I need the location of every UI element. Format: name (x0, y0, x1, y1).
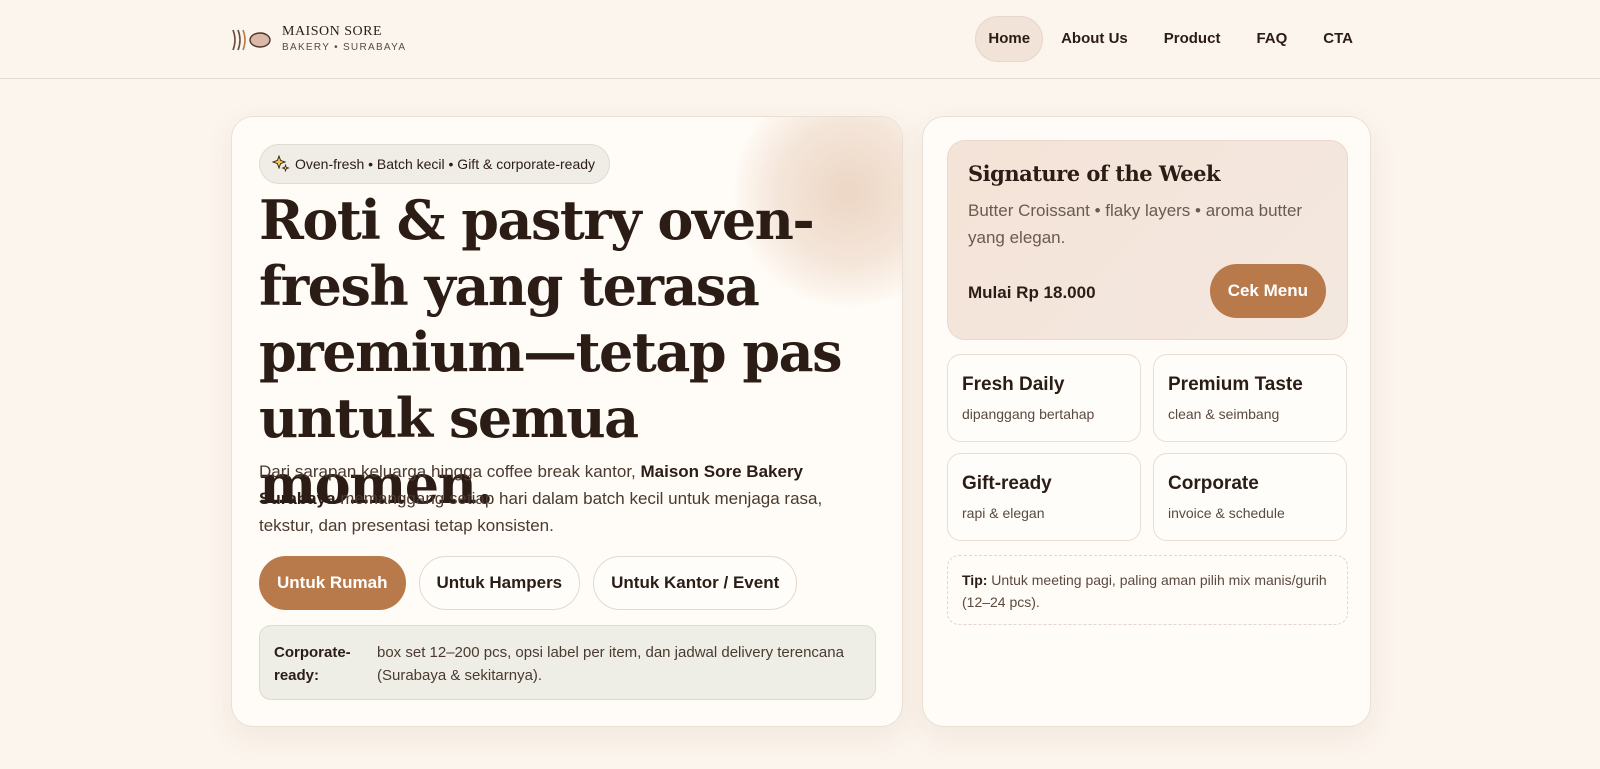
untuk-hampers-button[interactable]: Untuk Hampers (418, 556, 581, 610)
feature-pill: Oven-fresh • Batch kecil • Gift & corpor… (259, 144, 611, 184)
feature-card-corporate: Corporate invoice & schedule (1153, 453, 1347, 541)
nav-faq[interactable]: FAQ (1238, 16, 1305, 62)
feature-card-gift-ready: Gift-ready rapi & elegan (947, 453, 1141, 541)
signature-card: Signature of the Week Butter Croissant •… (947, 140, 1348, 340)
lead-text-start: Dari sarapan keluarga hingga coffee brea… (259, 462, 641, 481)
corporate-note-label: Corporate-ready: (274, 644, 351, 684)
main-nav: Home About Us Product FAQ CTA (975, 16, 1371, 62)
tip-text: Untuk meeting pagi, paling aman pilih mi… (962, 572, 1327, 610)
nav-product[interactable]: Product (1146, 16, 1239, 62)
brand-tagline: BAKERY • SURABAYA (282, 42, 407, 53)
feature-pill-text: Oven-fresh • Batch kecil • Gift & corpor… (295, 156, 596, 172)
signature-title: Signature of the Week (968, 161, 1221, 186)
brand-name: MAISON SORE (282, 24, 383, 39)
signature-description: Butter Croissant • flaky layers • aroma … (968, 201, 1303, 247)
feature-card-premium-taste: Premium Taste clean & seimbang (1153, 354, 1347, 442)
signature-price: Mulai Rp 18.000 (968, 283, 1096, 302)
untuk-kantor-event-button[interactable]: Untuk Kantor / Event (593, 556, 798, 610)
feature-subtitle: dipanggang bertahap (962, 406, 1095, 422)
corporate-note-text: box set 12–200 pcs, opsi label per item,… (377, 644, 844, 684)
side-card: Signature of the Week Butter Croissant •… (922, 116, 1371, 727)
nav-home[interactable]: Home (975, 16, 1044, 62)
sparkle-icon (272, 155, 290, 173)
feature-subtitle: invoice & schedule (1168, 505, 1285, 521)
tip-box: Tip: Untuk meeting pagi, paling aman pil… (947, 555, 1348, 625)
nav-about-us[interactable]: About Us (1043, 16, 1146, 62)
brand-logo[interactable]: MAISON SORE BAKERY • SURABAYA (230, 24, 406, 55)
feature-title: Gift-ready (962, 473, 1052, 494)
cek-menu-button[interactable]: Cek Menu (1209, 264, 1326, 318)
site-header: MAISON SORE BAKERY • SURABAYA Home About… (0, 0, 1600, 79)
feature-subtitle: clean & seimbang (1168, 406, 1280, 422)
feature-title: Fresh Daily (962, 374, 1065, 395)
feature-title: Corporate (1168, 473, 1259, 494)
corporate-note: Corporate-ready: box set 12–200 pcs, ops… (259, 625, 876, 700)
audience-buttons: Untuk Rumah Untuk Hampers Untuk Kantor /… (259, 556, 810, 610)
nav-cta[interactable]: CTA (1305, 16, 1371, 62)
lead-text-end: memanggang setiap hari dalam batch kecil… (259, 489, 823, 535)
hero-lead: Dari sarapan keluarga hingga coffee brea… (259, 458, 859, 539)
tip-label: Tip: (962, 572, 988, 588)
hero-card: Oven-fresh • Batch kecil • Gift & corpor… (231, 116, 903, 727)
bread-logo-icon (232, 29, 271, 50)
feature-card-fresh-daily: Fresh Daily dipanggang bertahap (947, 354, 1141, 442)
feature-title: Premium Taste (1168, 374, 1303, 395)
untuk-rumah-button[interactable]: Untuk Rumah (259, 556, 406, 610)
feature-subtitle: rapi & elegan (962, 505, 1045, 521)
